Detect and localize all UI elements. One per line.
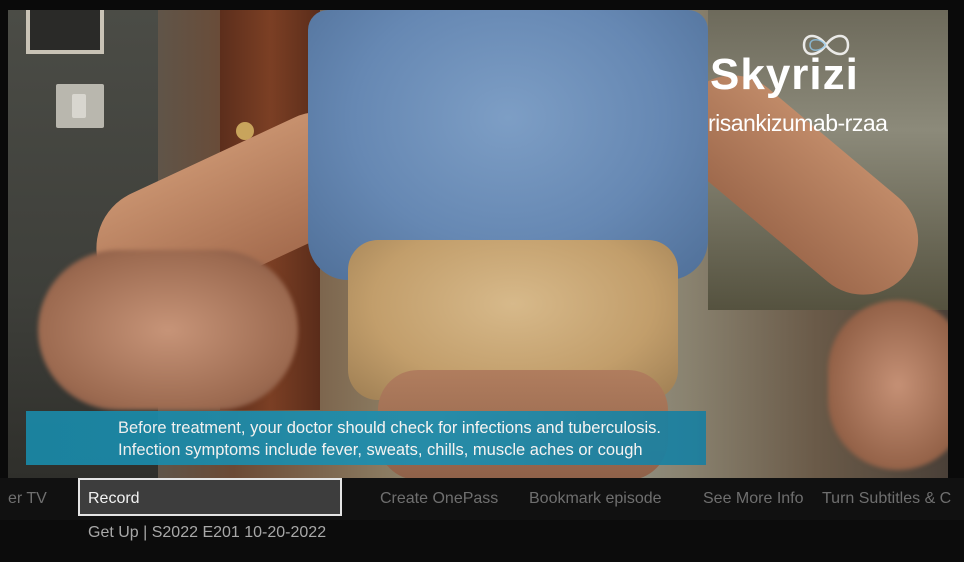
menu-item-bookmark-episode[interactable]: Bookmark episode bbox=[529, 478, 662, 520]
menu-item-watch-tv[interactable]: er TV bbox=[8, 478, 47, 520]
video-picture-frame bbox=[26, 10, 104, 54]
menu-item-see-more-info[interactable]: See More Info bbox=[703, 478, 804, 520]
episode-info-text: Get Up | S2022 E201 10-20-2022 bbox=[88, 524, 327, 541]
video-person-hand bbox=[828, 300, 948, 470]
brand-name: Skyrizi bbox=[710, 50, 859, 99]
action-menu-bar: er TV Record Create OnePass Bookmark epi… bbox=[0, 478, 964, 520]
disclaimer-line: Infection symptoms include fever, sweats… bbox=[118, 441, 643, 459]
ad-disclaimer-banner: Before treatment, your doctor should che… bbox=[26, 411, 706, 465]
video-person-hand bbox=[38, 250, 298, 410]
menu-item-subtitles[interactable]: Turn Subtitles & C bbox=[822, 478, 951, 520]
generic-drug-name: risankizumab-rzaa bbox=[708, 110, 888, 136]
disclaimer-line: Before treatment, your doctor should che… bbox=[118, 419, 661, 437]
menu-item-record[interactable]: Record bbox=[78, 478, 342, 516]
tv-screen: Skyrizi risankizumab-rzaa Before treatme… bbox=[0, 0, 964, 562]
menu-item-create-onepass[interactable]: Create OnePass bbox=[380, 478, 498, 520]
video-light-switch bbox=[56, 84, 104, 128]
episode-info-row: Get Up | S2022 E201 10-20-2022 bbox=[0, 520, 964, 562]
